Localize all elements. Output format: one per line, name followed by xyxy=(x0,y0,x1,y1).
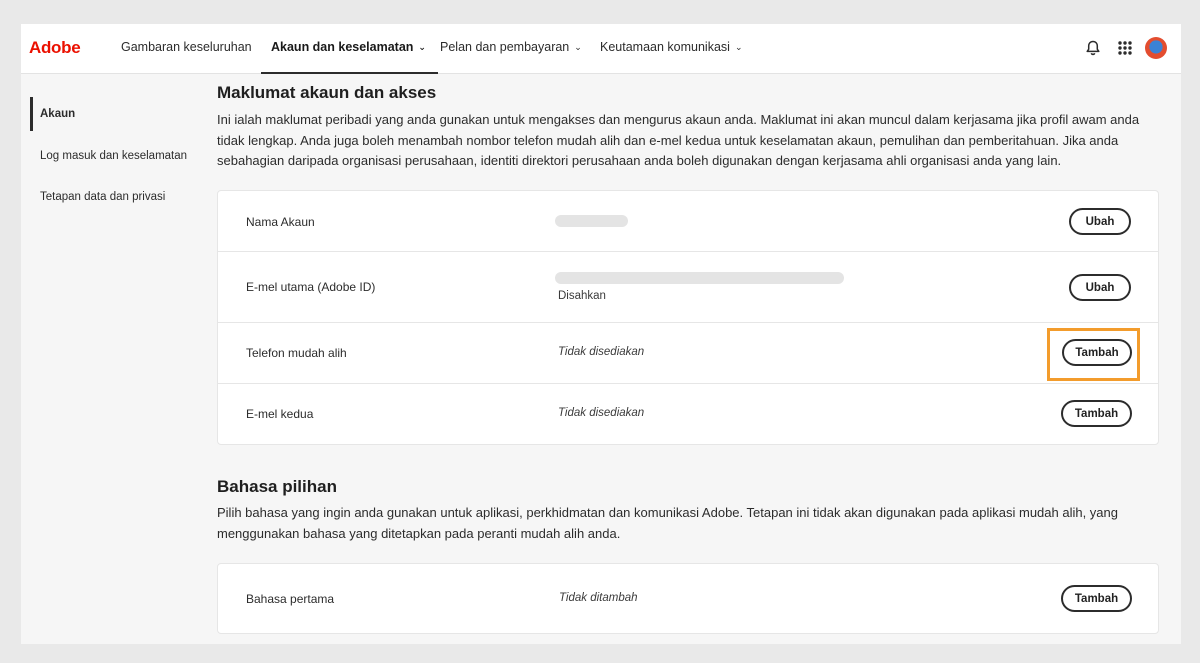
language-section-title: Bahasa pilihan xyxy=(217,477,337,496)
edit-account-name-button[interactable]: Ubah xyxy=(1069,208,1131,235)
account-name-row: Nama Akaun Ubah xyxy=(218,191,1158,252)
tab-account-security[interactable]: Akaun dan keselamatan ⌄ xyxy=(261,24,438,74)
adobe-logo[interactable]: Adobe xyxy=(29,38,81,58)
row-label: Bahasa pertama xyxy=(246,592,335,606)
tab-label: Keutamaan komunikasi xyxy=(600,40,730,54)
tab-label: Akaun dan keselamatan xyxy=(271,40,414,54)
avatar[interactable] xyxy=(1145,37,1167,59)
language-card: Bahasa pertama Tidak ditambah Tambah xyxy=(217,563,1159,634)
redacted-value xyxy=(555,272,844,284)
row-value: Tidak ditambah xyxy=(559,592,638,604)
tab-label: Pelan dan pembayaran xyxy=(440,40,570,54)
mobile-phone-row: Telefon mudah alih Tidak disediakan Tamb… xyxy=(218,323,1158,384)
bell-icon[interactable] xyxy=(1083,38,1103,58)
row-label: E-mel utama (Adobe ID) xyxy=(246,280,376,294)
add-first-language-button[interactable]: Tambah xyxy=(1061,585,1132,612)
highlight-box xyxy=(1047,328,1140,381)
apps-grid-icon[interactable] xyxy=(1115,38,1135,58)
tab-label: Gambaran keseluruhan xyxy=(121,40,252,54)
row-label: Nama Akaun xyxy=(246,215,315,229)
chevron-down-icon: ⌄ xyxy=(418,42,426,52)
row-value: Tidak disediakan xyxy=(558,346,645,358)
row-label: E-mel kedua xyxy=(246,407,314,421)
first-language-row: Bahasa pertama Tidak ditambah Tambah xyxy=(218,564,1158,633)
sidebar-item-login-security[interactable]: Log masuk dan keselamatan xyxy=(40,150,187,162)
sidebar-item-account[interactable]: Akaun xyxy=(40,108,75,120)
sidebar-active-indicator xyxy=(30,97,33,131)
chevron-down-icon: ⌄ xyxy=(734,42,743,52)
account-section-title: Maklumat akaun dan akses xyxy=(217,83,437,102)
verified-status: Disahkan xyxy=(558,290,606,302)
tab-communication-preferences[interactable]: Keutamaan komunikasi ⌄ xyxy=(600,24,742,74)
redacted-value xyxy=(555,215,628,227)
account-info-card: Nama Akaun Ubah E-mel utama (Adobe ID) D… xyxy=(217,190,1159,445)
primary-email-row: E-mel utama (Adobe ID) Disahkan Ubah xyxy=(218,252,1158,323)
app-window: Adobe Gambaran keseluruhan Akaun dan kes… xyxy=(21,24,1181,644)
tab-plans-payment[interactable]: Pelan dan pembayaran ⌄ xyxy=(440,24,582,74)
sidebar-item-data-privacy[interactable]: Tetapan data dan privasi xyxy=(40,191,165,203)
chevron-down-icon: ⌄ xyxy=(574,42,582,52)
top-navigation: Adobe Gambaran keseluruhan Akaun dan kes… xyxy=(21,24,1181,74)
row-value: Tidak disediakan xyxy=(558,407,645,419)
language-section-description: Pilih bahasa yang ingin anda gunakan unt… xyxy=(217,505,1118,541)
tab-overview[interactable]: Gambaran keseluruhan xyxy=(121,24,252,74)
secondary-email-row: E-mel kedua Tidak disediakan Tambah xyxy=(218,384,1158,445)
add-secondary-email-button[interactable]: Tambah xyxy=(1061,400,1132,427)
account-section-description: Ini ialah maklumat peribadi yang anda gu… xyxy=(217,112,1140,168)
edit-primary-email-button[interactable]: Ubah xyxy=(1069,274,1131,301)
row-label: Telefon mudah alih xyxy=(246,346,347,360)
